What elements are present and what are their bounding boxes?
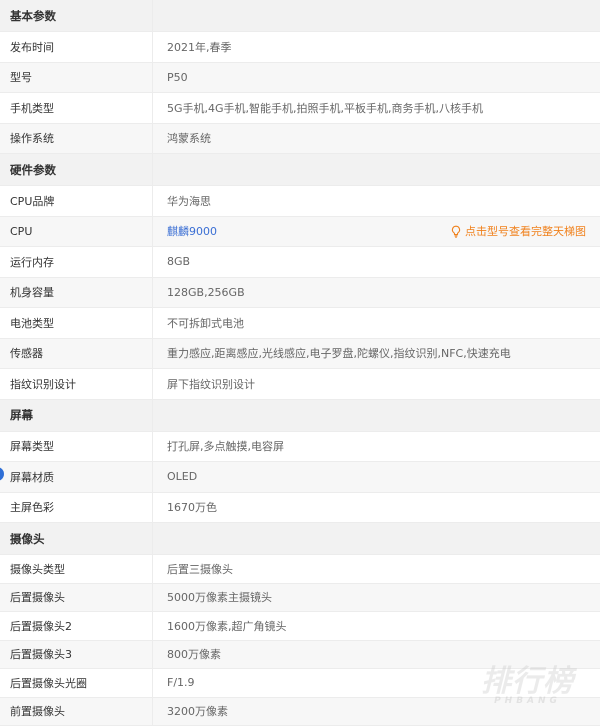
section-title: 摄像头 [0, 531, 152, 547]
param-value: 鸿蒙系统 [152, 124, 600, 154]
param-value: 屏下指纹识别设计 [152, 369, 600, 399]
table-row: 后置摄像头光圈 F/1.9 [0, 669, 600, 698]
param-key: 机身容量 [0, 284, 152, 300]
param-key: CPU品牌 [0, 193, 152, 209]
param-value: OLED [152, 462, 600, 492]
param-key: 电池类型 [0, 315, 152, 331]
table-row: 指纹识别设计 屏下指纹识别设计 [0, 369, 600, 400]
param-key: 指纹识别设计 [0, 376, 152, 392]
param-key: 前置摄像头 [0, 703, 152, 719]
param-value: 3200万像素 [152, 698, 600, 726]
param-key: CPU [0, 225, 152, 238]
table-row: 手机类型 5G手机,4G手机,智能手机,拍照手机,平板手机,商务手机,八核手机 [0, 93, 600, 124]
param-value: P50 [152, 63, 600, 93]
param-key: 后置摄像头光圈 [0, 675, 152, 691]
param-key: 屏幕材质 [0, 469, 152, 485]
table-row: 机身容量 128GB,256GB [0, 278, 600, 309]
table-row: 操作系统 鸿蒙系统 [0, 124, 600, 155]
param-key: 后置摄像头3 [0, 646, 152, 662]
param-value: 1600万像素,超广角镜头 [152, 612, 600, 640]
table-row: 运行内存 8GB [0, 247, 600, 278]
param-key: 操作系统 [0, 130, 152, 146]
table-row: 传感器 重力感应,距离感应,光线感应,电子罗盘,陀螺仪,指纹识别,NFC,快速充… [0, 339, 600, 370]
param-key: 主屏色彩 [0, 499, 152, 515]
param-value: 后置三摄像头 [152, 555, 600, 583]
cpu-ladder-tip-link[interactable]: 点击型号查看完整天梯图 [450, 223, 586, 239]
param-key: 摄像头类型 [0, 561, 152, 577]
table-row: 发布时间 2021年,春季 [0, 32, 600, 63]
param-value: 重力感应,距离感应,光线感应,电子罗盘,陀螺仪,指纹识别,NFC,快速充电 [152, 339, 600, 369]
section-header-camera: 摄像头 [0, 523, 600, 555]
table-row: CPU 麒麟9000 点击型号查看完整天梯图 [0, 217, 600, 248]
param-value: 2021年,春季 [152, 32, 600, 62]
param-value: 5G手机,4G手机,智能手机,拍照手机,平板手机,商务手机,八核手机 [152, 93, 600, 123]
param-key: 屏幕类型 [0, 438, 152, 454]
param-value: 华为海思 [152, 186, 600, 216]
param-value: 5000万像素主摄镜头 [152, 584, 600, 612]
section-header-screen: 屏幕 [0, 400, 600, 432]
param-value: 800万像素 [152, 641, 600, 669]
param-key: 手机类型 [0, 100, 152, 116]
param-key: 发布时间 [0, 39, 152, 55]
spec-table: 基本参数 发布时间 2021年,春季 型号 P50 手机类型 5G手机,4G手机… [0, 0, 600, 726]
param-key: 后置摄像头2 [0, 618, 152, 634]
param-value: 128GB,256GB [152, 278, 600, 308]
param-value: 1670万色 [152, 493, 600, 523]
table-row: 主屏色彩 1670万色 [0, 493, 600, 524]
section-title: 硬件参数 [0, 162, 152, 178]
lightbulb-icon [450, 225, 462, 238]
table-row: 型号 P50 [0, 63, 600, 94]
param-key: 传感器 [0, 345, 152, 361]
table-row: 后置摄像头 5000万像素主摄镜头 [0, 584, 600, 613]
table-row: 后置摄像头3 800万像素 [0, 641, 600, 670]
param-value: 打孔屏,多点触摸,电容屏 [152, 432, 600, 462]
cpu-model-link[interactable]: 麒麟9000 [167, 223, 217, 239]
param-value: 不可拆卸式电池 [152, 308, 600, 338]
section-header-basic: 基本参数 [0, 0, 600, 32]
table-row: 摄像头类型 后置三摄像头 [0, 555, 600, 584]
section-header-hardware: 硬件参数 [0, 154, 600, 186]
tip-label: 点击型号查看完整天梯图 [465, 223, 586, 239]
table-row: 屏幕类型 打孔屏,多点触摸,电容屏 [0, 432, 600, 463]
table-row: CPU品牌 华为海思 [0, 186, 600, 217]
param-key: 后置摄像头 [0, 589, 152, 605]
param-value: F/1.9 [152, 669, 600, 697]
table-row: 屏幕材质 OLED [0, 462, 600, 493]
section-title: 基本参数 [0, 8, 152, 24]
param-value: 8GB [152, 247, 600, 277]
table-row: 后置摄像头2 1600万像素,超广角镜头 [0, 612, 600, 641]
param-key: 型号 [0, 69, 152, 85]
table-row: 电池类型 不可拆卸式电池 [0, 308, 600, 339]
section-title: 屏幕 [0, 407, 152, 423]
param-key: 运行内存 [0, 254, 152, 270]
